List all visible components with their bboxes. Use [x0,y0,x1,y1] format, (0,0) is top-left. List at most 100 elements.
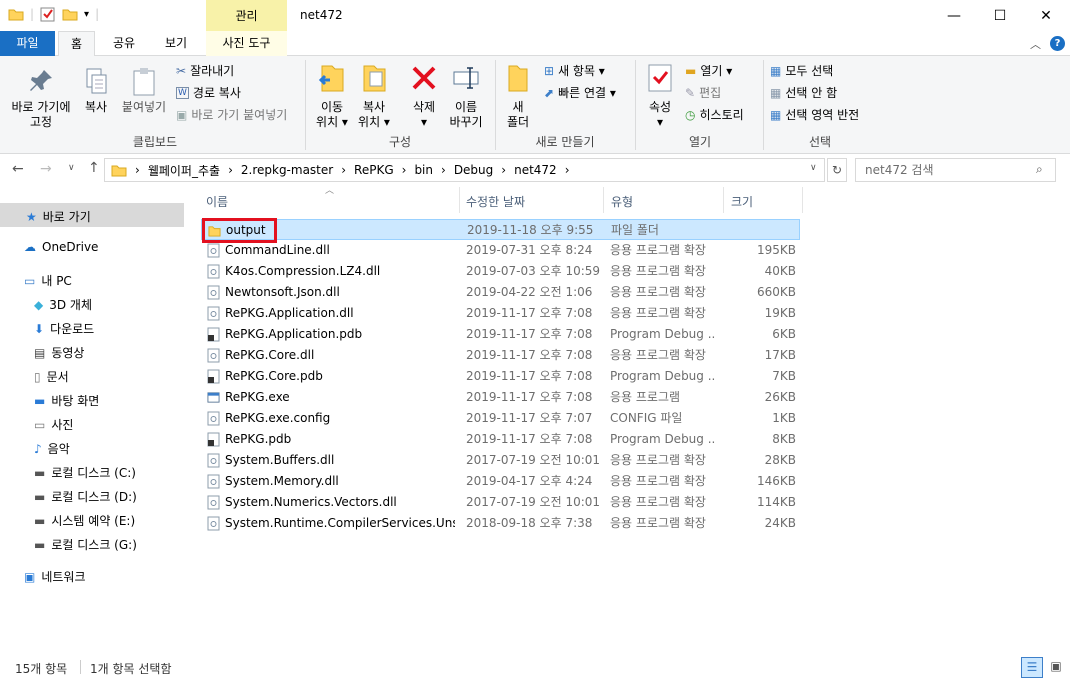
select-none-button[interactable]: ▦ 선택 안 함 [770,84,837,101]
minimize-button[interactable]: — [931,0,977,31]
breadcrumb-separator[interactable]: › [565,163,570,177]
close-button[interactable]: ✕ [1023,0,1069,31]
tab-file[interactable]: 파일 [0,31,55,56]
column-header-type[interactable]: 유형 [611,193,633,210]
new-folder-button[interactable]: 새 폴더 [500,62,536,130]
help-icon[interactable]: ? [1050,36,1065,51]
breadcrumb-separator[interactable]: › [501,163,506,177]
nav-item-network[interactable]: ▣ 네트워크 [24,568,86,585]
large-icons-view-icon[interactable]: ▣ [1045,657,1067,678]
column-header-name[interactable]: 이름 [206,193,228,210]
nav-item-this-pc[interactable]: ▭ 내 PC [24,272,72,289]
column-header-date[interactable]: 수정한 날짜 [466,193,525,210]
nav-item-downloads[interactable]: ⬇ 다운로드 [34,320,94,337]
back-arrow-icon[interactable]: ← [12,161,24,177]
nav-item-pictures[interactable]: ▭ 사진 [34,416,73,433]
breadcrumb-separator[interactable]: › [341,163,346,177]
file-row[interactable]: RePKG.exe 2019-11-17 오후 7:08 응용 프로그램 26KB [201,387,800,408]
edit-button[interactable]: ✎ 편집 [685,84,721,101]
select-all-button[interactable]: ▦ 모두 선택 [770,62,833,79]
tab-view[interactable]: 보기 [155,31,197,56]
breadcrumb-item[interactable]: RePKG [354,163,394,177]
address-dropdown-icon[interactable]: ∨ [810,163,817,173]
column-header-size[interactable]: 크기 [731,193,753,210]
breadcrumb-item[interactable]: 2.repkg-master [241,163,333,177]
invert-selection-button[interactable]: ▦ 선택 영역 반전 [770,106,859,123]
column-divider[interactable] [603,187,604,213]
nav-item-3d-objects[interactable]: ◆ 3D 개체 [34,296,92,313]
nav-item-drive-e[interactable]: ▬ 시스템 예약 (E:) [34,512,135,529]
file-row[interactable]: RePKG.Application.dll 2019-11-17 오후 7:08 응… [201,303,800,324]
breadcrumb-item[interactable]: net472 [514,163,557,177]
file-size: 17KB [764,348,796,362]
up-arrow-icon[interactable]: ↑ [88,160,100,176]
address-bar[interactable]: › 웰페이퍼_추출 › 2.repkg-master › RePKG › bin… [104,158,825,182]
nav-item-drive-c[interactable]: ▬ 로컬 디스크 (C:) [34,464,136,481]
details-view-icon[interactable]: ☰ [1021,657,1043,678]
nav-item-drive-d[interactable]: ▬ 로컬 디스크 (D:) [34,488,137,505]
tab-share[interactable]: 공유 [103,31,145,56]
cut-button[interactable]: ✂ 잘라내기 [176,62,234,79]
nav-item-desktop[interactable]: ▬ 바탕 화면 [34,392,99,409]
maximize-button[interactable]: ☐ [977,0,1023,31]
refresh-icon[interactable]: ↻ [827,158,847,182]
nav-item-drive-g[interactable]: ▬ 로컬 디스크 (G:) [34,536,137,553]
delete-button[interactable]: 삭제 ▾ [404,62,444,130]
file-row[interactable]: System.Runtime.CompilerServices.Unsaf...… [201,513,800,534]
paste-button[interactable]: 붙여넣기 [118,66,170,115]
move-to-button[interactable]: 이동 위치 ▾ [312,62,352,130]
pin-to-quick-access-button[interactable]: 바로 가기에 고정 [4,66,78,130]
nav-item-music[interactable]: ♪ 음악 [34,440,70,457]
file-row[interactable]: CommandLine.dll 2019-07-31 오후 8:24 응용 프로그램… [201,240,800,261]
history-button[interactable]: ◷ 히스토리 [685,106,744,123]
tab-home[interactable]: 홈 [58,31,95,57]
recent-locations-icon[interactable]: ∨ [68,163,75,173]
manage-context-tab[interactable]: 관리 [206,0,287,31]
breadcrumb-item[interactable]: 웰페이퍼_추출 [148,162,220,179]
file-row[interactable]: RePKG.Core.pdb 2019-11-17 오후 7:08 Program … [201,366,800,387]
breadcrumb-separator[interactable]: › [228,163,233,177]
easy-access-button[interactable]: ⬈ 빠른 연결 ▾ [544,84,616,101]
search-input[interactable]: net472 검색 [855,158,1056,182]
file-size: 146KB [756,474,796,488]
breadcrumb-item[interactable]: bin [414,163,433,177]
breadcrumb-separator[interactable]: › [441,163,446,177]
file-row[interactable]: System.Memory.dll 2019-04-17 오후 4:24 응용 프로… [201,471,800,492]
paste-shortcut-button[interactable]: ▣ 바로 가기 붙여넣기 [176,106,287,123]
file-row[interactable]: output 2019-11-18 오후 9:55 파일 폴더 [201,219,800,240]
nav-item-documents[interactable]: ▯ 문서 [34,368,69,385]
new-item-button[interactable]: ⊞ 새 항목 ▾ [544,62,605,79]
file-row[interactable]: System.Buffers.dll 2017-07-19 오전 10:01 응용 … [201,450,800,471]
breadcrumb-separator[interactable]: › [402,163,407,177]
open-button[interactable]: ▬ 열기 ▾ [685,62,732,79]
properties-button[interactable]: 속성 ▾ [640,62,680,130]
nav-item-quick-access[interactable]: ★ 바로 가기 [26,208,91,225]
breadcrumb-item[interactable]: Debug [454,163,493,177]
new-folder-icon[interactable] [62,7,78,21]
rename-button[interactable]: 이름 바꾸기 [446,62,486,130]
move-to-icon [318,65,344,92]
nav-item-videos[interactable]: ▤ 동영상 [34,344,84,361]
file-row[interactable]: RePKG.pdb 2019-11-17 오후 7:08 Program Debug… [201,429,800,450]
breadcrumb-separator[interactable]: › [135,163,140,177]
column-divider[interactable] [802,187,803,213]
nav-label: 사진 [51,418,74,432]
nav-item-onedrive[interactable]: ☁ OneDrive [24,240,98,254]
properties-checkbox-icon[interactable] [40,6,56,22]
column-divider[interactable] [459,187,460,213]
file-row[interactable]: RePKG.exe.config 2019-11-17 오후 7:07 CONFIG… [201,408,800,429]
column-divider[interactable] [723,187,724,213]
qat-dropdown-icon[interactable]: ▾ [84,9,89,20]
copy-to-button[interactable]: 복사 위치 ▾ [354,62,394,130]
copy-button[interactable]: 복사 [78,66,114,115]
forward-arrow-icon[interactable]: → [40,161,52,177]
tab-picture-tools[interactable]: 사진 도구 [206,31,287,56]
copy-path-button[interactable]: W 경로 복사 [176,84,241,101]
file-row[interactable]: K4os.Compression.LZ4.dll 2019-07-03 오후 10… [201,261,800,282]
select-all-label: 모두 선택 [785,64,834,78]
file-row[interactable]: RePKG.Core.dll 2019-11-17 오후 7:08 응용 프로그램 … [201,345,800,366]
collapse-ribbon-icon[interactable]: ︿ [1030,36,1041,52]
file-row[interactable]: System.Numerics.Vectors.dll 2017-07-19 오전… [201,492,800,513]
file-row[interactable]: Newtonsoft.Json.dll 2019-04-22 오전 1:06 응용 … [201,282,800,303]
file-row[interactable]: RePKG.Application.pdb 2019-11-17 오후 7:08 P… [201,324,800,345]
